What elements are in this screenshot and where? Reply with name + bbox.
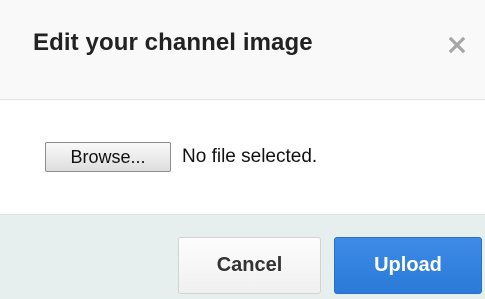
edit-channel-image-dialog: Edit your channel image Browse... No fil…: [0, 0, 485, 299]
close-icon[interactable]: [440, 28, 474, 62]
dialog-body: Browse... No file selected.: [0, 100, 485, 214]
file-status-text: No file selected.: [182, 146, 318, 167]
dialog-header: Edit your channel image: [0, 0, 485, 100]
upload-button[interactable]: Upload: [334, 237, 482, 294]
dialog-title: Edit your channel image: [33, 29, 313, 56]
browse-button[interactable]: Browse...: [45, 142, 171, 172]
dialog-footer: Cancel Upload: [0, 214, 485, 299]
cancel-button[interactable]: Cancel: [178, 237, 321, 294]
